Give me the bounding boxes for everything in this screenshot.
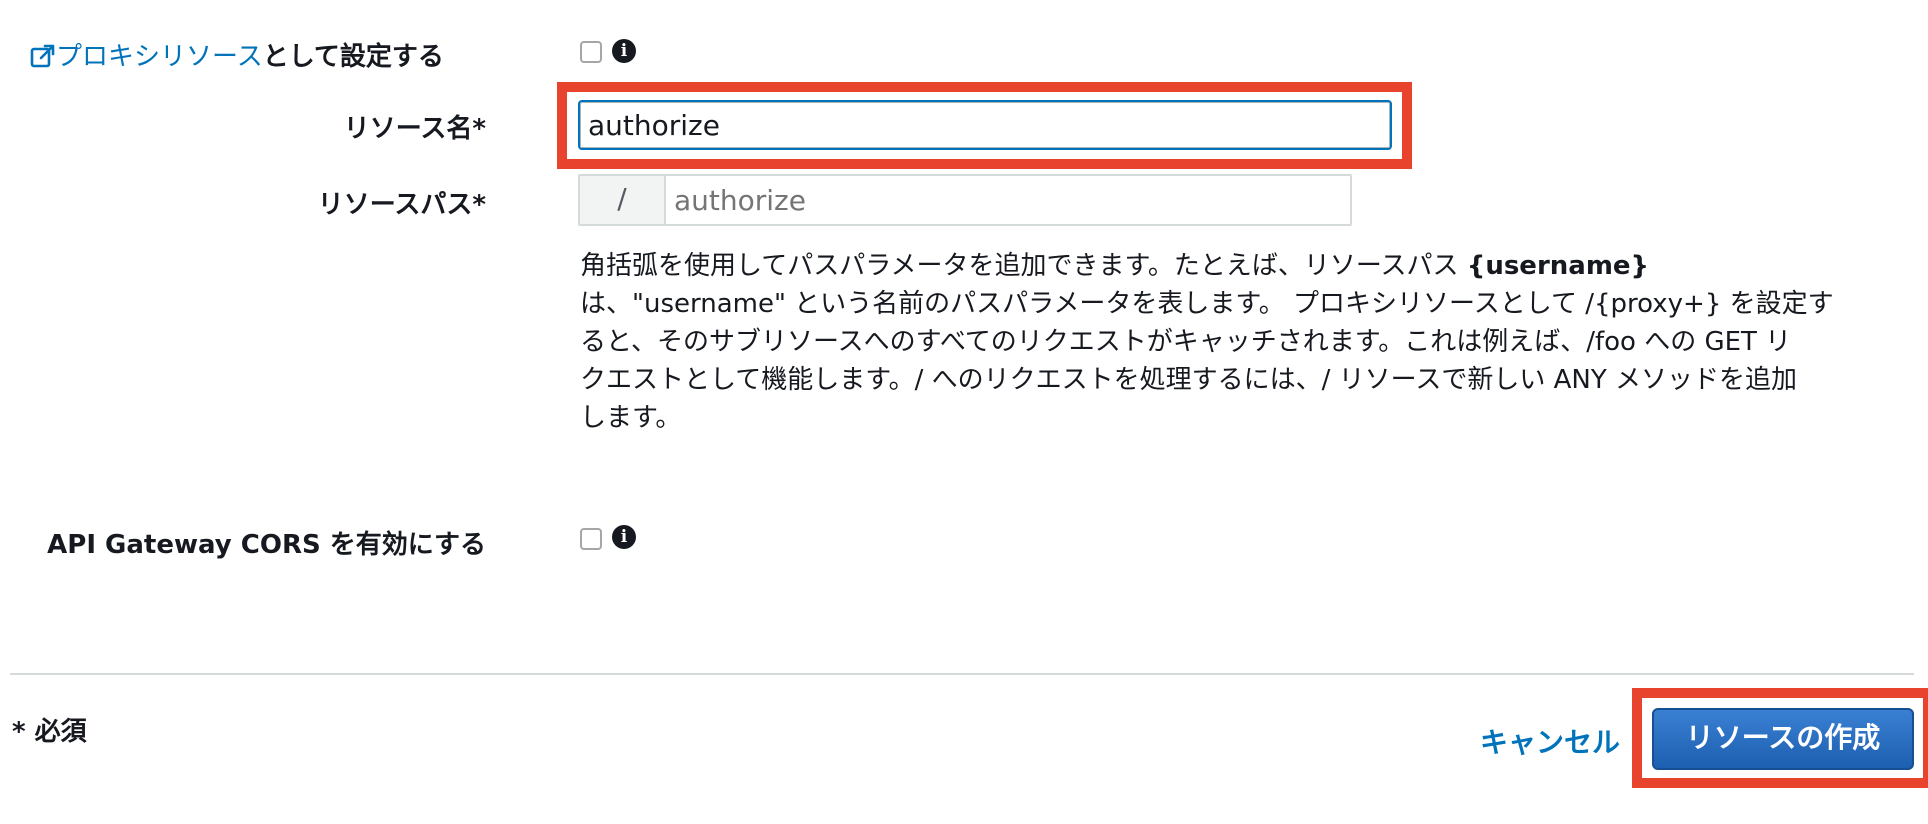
help-line-1: 角括弧を使用してパスパラメータを追加できます。たとえば、リソースパス {user… [580,251,1650,281]
cancel-button[interactable]: キャンセル [1480,721,1620,761]
resource-path-input[interactable] [668,176,1350,224]
proxy-resource-label-suffix: として設定する [262,42,444,72]
proxy-resource-label: プロキシリソースとして設定する [30,36,444,73]
help-username-example: {username} [1466,251,1650,281]
resource-path-help-text: 角括弧を使用してパスパラメータを追加できます。たとえば、リソースパス {user… [580,247,1910,437]
required-note: * 必須 [12,717,87,747]
footer-divider [10,673,1914,675]
cors-label: API Gateway CORS を有効にする [47,530,486,560]
help-line-3: ると、そのサブリソースへのすべてのリクエストがキャッチされます。これは例えば、/… [580,327,1792,357]
help-line-4: クエストとして機能します。/ へのリクエストを処理するには、/ リソースで新しい… [580,365,1798,395]
proxy-resource-info-icon[interactable]: i [612,39,636,63]
external-link-icon [30,44,55,68]
help-line-2: は、"username" という名前のパスパラメータを表します。 プロキシリソー… [580,289,1834,319]
resource-name-label: リソース名* [343,114,486,144]
create-resource-button[interactable]: リソースの作成 [1652,708,1914,770]
resource-path-prefix: / [580,176,666,224]
proxy-resource-checkbox[interactable] [580,41,602,63]
resource-path-field: / [578,174,1352,226]
help-line-5: します。 [580,403,682,433]
cors-info-icon[interactable]: i [612,525,636,549]
cors-checkbox[interactable] [580,528,602,550]
proxy-resource-link[interactable]: プロキシリソース [30,42,263,72]
proxy-resource-link-label: プロキシリソース [56,42,263,72]
resource-name-input[interactable] [578,100,1392,150]
resource-path-label: リソースパス* [317,190,486,220]
